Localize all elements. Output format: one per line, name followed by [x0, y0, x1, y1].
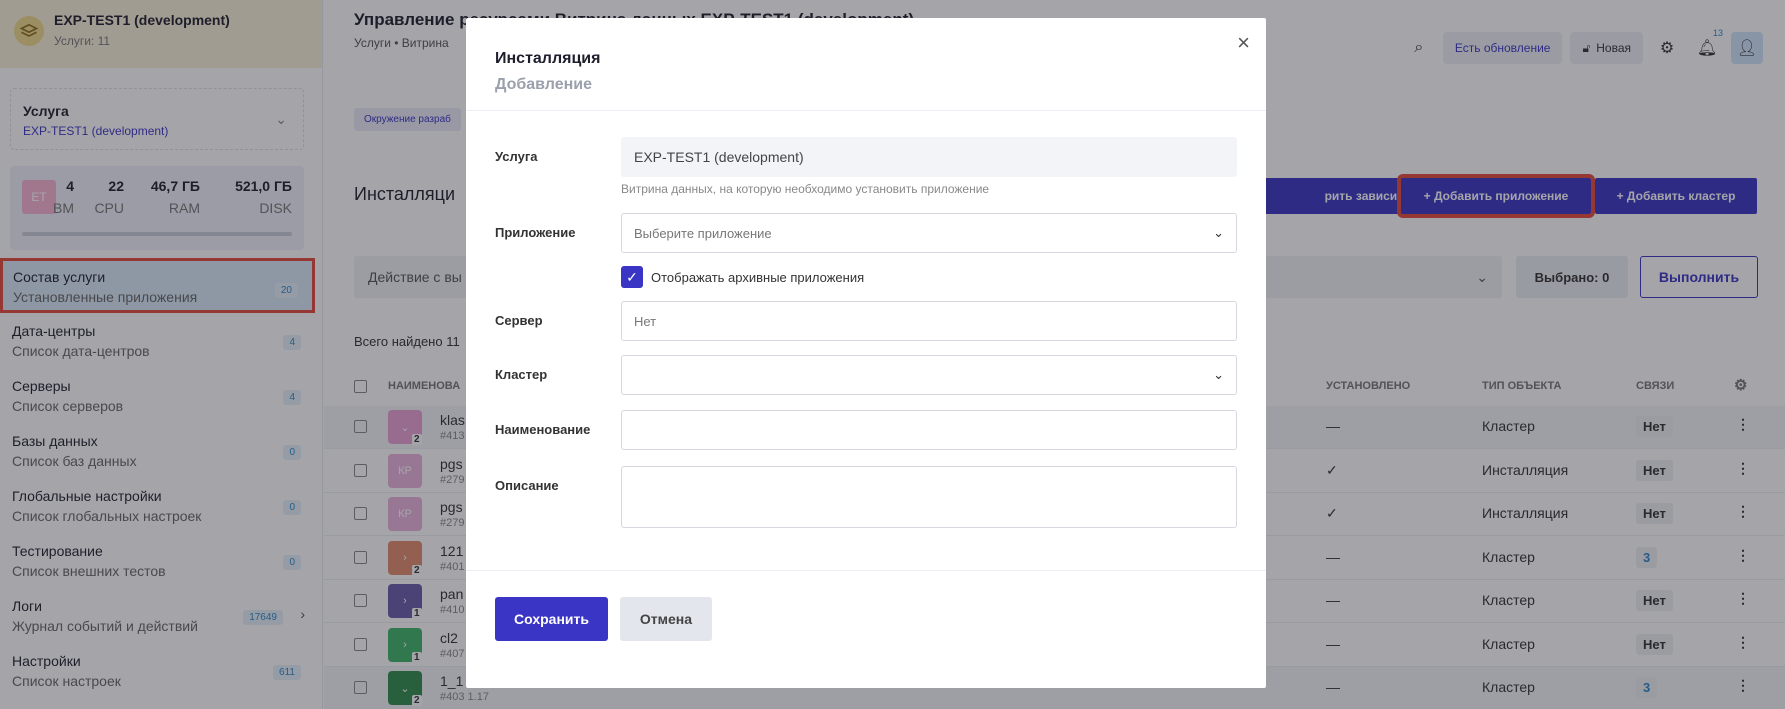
application-select[interactable]: Выберите приложение ⌄	[621, 213, 1237, 253]
installation-modal: Инсталляция Добавление × Услуга EXP-TEST…	[466, 18, 1266, 688]
close-icon[interactable]: ×	[1237, 30, 1250, 56]
server-input-placeholder: Нет	[634, 313, 657, 329]
cluster-select[interactable]: ⌄	[621, 355, 1237, 395]
server-input[interactable]: Нет	[621, 301, 1237, 341]
save-button[interactable]: Сохранить	[495, 597, 608, 641]
cancel-button[interactable]: Отмена	[620, 597, 712, 641]
name-input[interactable]	[621, 410, 1237, 450]
service-field-value: EXP-TEST1 (development)	[634, 149, 804, 165]
application-select-placeholder: Выберите приложение	[634, 225, 772, 241]
name-label: Наименование	[495, 422, 591, 437]
description-label: Описание	[495, 478, 559, 493]
service-hint: Витрина данных, на которую необходимо ус…	[621, 182, 990, 196]
archive-apps-checkbox[interactable]: ✓ Отображать архивные приложения	[621, 266, 864, 288]
application-label: Приложение	[495, 225, 576, 240]
chevron-down-icon: ⌄	[1213, 225, 1224, 240]
chevron-down-icon: ⌄	[1213, 367, 1224, 382]
archive-apps-label: Отображать архивные приложения	[651, 269, 865, 285]
modal-title: Инсталляция	[495, 50, 601, 67]
server-label: Сервер	[495, 313, 543, 328]
cluster-label: Кластер	[495, 367, 548, 382]
modal-footer: Сохранить Отмена	[466, 570, 1266, 688]
modal-header: Инсталляция Добавление ×	[466, 18, 1266, 111]
check-icon: ✓	[621, 266, 643, 288]
service-label: Услуга	[495, 149, 538, 164]
modal-subtitle: Добавление	[495, 76, 593, 93]
description-textarea[interactable]	[621, 466, 1237, 528]
service-field: EXP-TEST1 (development)	[621, 137, 1237, 177]
